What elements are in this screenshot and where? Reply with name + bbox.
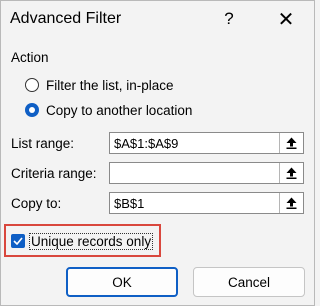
radio-copy-to-location[interactable]: Copy to another location — [25, 100, 192, 120]
radio-button-selected[interactable] — [25, 103, 39, 117]
title-bar: Advanced Filter ? ✕ — [1, 1, 314, 39]
copy-to-value: $B$1 — [114, 196, 145, 211]
list-range-label: List range: — [11, 136, 75, 151]
copy-to-label: Copy to: — [11, 196, 62, 211]
radio-filter-in-place[interactable]: Filter the list, in-place — [25, 75, 174, 95]
collapse-dialog-icon[interactable] — [280, 193, 303, 213]
dialog-title: Advanced Filter — [10, 10, 122, 27]
radio-copy-to-location-label: Copy to another location — [46, 102, 193, 118]
criteria-range-input[interactable] — [109, 162, 304, 184]
unique-records-checkbox[interactable]: Unique records only — [11, 232, 154, 250]
advanced-filter-dialog: Advanced Filter ? ✕ Action Filter the li… — [0, 0, 315, 306]
radio-filter-in-place-label: Filter the list, in-place — [46, 77, 174, 93]
copy-to-input[interactable]: $B$1 — [109, 192, 304, 214]
close-button[interactable]: ✕ — [275, 7, 297, 31]
list-range-value: $A$1:$A$9 — [114, 136, 179, 151]
list-range-input[interactable]: $A$1:$A$9 — [109, 132, 304, 154]
cancel-button[interactable]: Cancel — [193, 267, 305, 297]
checkmark-icon[interactable] — [11, 234, 25, 248]
help-button[interactable]: ? — [220, 9, 238, 31]
action-group-label: Action — [11, 50, 49, 65]
collapse-dialog-icon[interactable] — [280, 133, 303, 153]
collapse-dialog-icon[interactable] — [280, 163, 303, 183]
radio-button-unselected[interactable] — [25, 78, 39, 92]
ok-button[interactable]: OK — [66, 267, 178, 297]
criteria-range-label: Criteria range: — [11, 166, 97, 181]
unique-records-label: Unique records only — [28, 232, 154, 250]
